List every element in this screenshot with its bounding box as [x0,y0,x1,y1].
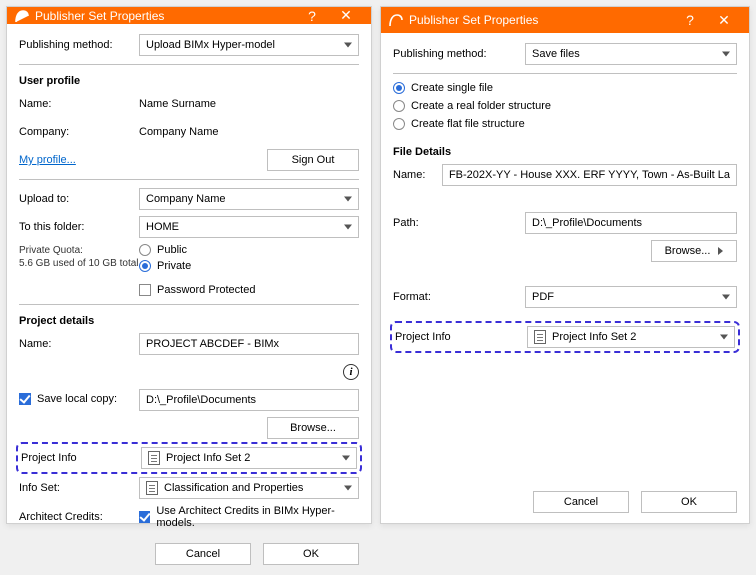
create-folder-structure-radio[interactable]: Create a real folder structure [393,100,737,112]
user-company-value: Company Name [139,126,359,138]
architect-credits-checkbox[interactable]: Use Architect Credits in BIMx Hyper-mode… [139,505,359,529]
publishing-method-label: Publishing method: [19,39,139,51]
architect-credits-label: Architect Credits: [19,511,139,523]
app-icon [389,13,403,27]
button-bar: Cancel OK [381,483,749,523]
project-info-select[interactable]: Project Info Set 2 [141,447,357,469]
upload-to-label: Upload to: [19,193,139,205]
project-name-label: Name: [19,338,139,350]
my-profile-link[interactable]: My profile... [19,154,76,166]
titlebar: Publisher Set Properties ? ✕ [7,7,371,24]
sign-out-button[interactable]: Sign Out [267,149,359,171]
titlebar: Publisher Set Properties ? ✕ [381,7,749,33]
project-info-row-highlight: Project Info Project Info Set 2 [393,324,737,350]
publishing-method-value: Upload BIMx Hyper-model [146,39,275,51]
project-info-label: Project Info [395,331,527,343]
file-path-label: Path: [393,217,525,229]
dialog-right: Publisher Set Properties ? ✕ Publishing … [380,6,750,524]
visibility-public-radio[interactable]: Public [139,244,359,256]
create-flat-structure-radio[interactable]: Create flat file structure [393,118,737,130]
help-button[interactable]: ? [295,8,329,24]
project-details-heading: Project details [19,315,359,327]
document-icon [146,481,158,495]
file-path-input[interactable]: D:\_Profile\Documents [525,212,737,234]
quota-label: Private Quota: [19,244,139,257]
app-icon [15,9,29,23]
project-info-label: Project Info [21,452,141,464]
password-protected-checkbox[interactable]: Password Protected [139,284,359,296]
format-select[interactable]: PDF [525,286,737,308]
button-bar: Cancel OK [7,535,371,575]
create-single-file-radio[interactable]: Create single file [393,82,737,94]
to-folder-label: To this folder: [19,221,139,233]
user-name-value: Name Surname [139,98,359,110]
dialog-body: Publishing method: Save files Create sin… [381,33,749,483]
document-icon [534,330,546,344]
cancel-button[interactable]: Cancel [533,491,629,513]
upload-to-select[interactable]: Company Name [139,188,359,210]
publishing-method-select[interactable]: Upload BIMx Hyper-model [139,34,359,56]
close-button[interactable]: ✕ [329,7,363,24]
ok-button[interactable]: OK [263,543,359,565]
visibility-private-radio[interactable]: Private [139,260,359,272]
user-name-label: Name: [19,98,139,110]
user-profile-heading: User profile [19,75,359,87]
save-local-checkbox[interactable]: Save local copy: [19,393,117,405]
publishing-method-label: Publishing method: [393,48,525,60]
file-name-input[interactable]: FB-202X-YY - House XXX. ERF YYYY, Town -… [442,164,737,186]
ok-button[interactable]: OK [641,491,737,513]
user-company-label: Company: [19,126,139,138]
browse-button[interactable]: Browse... [267,417,359,439]
info-icon[interactable]: i [343,364,359,380]
project-info-select[interactable]: Project Info Set 2 [527,326,735,348]
dialog-body: Publishing method: Upload BIMx Hyper-mod… [7,24,371,535]
project-name-input[interactable]: PROJECT ABCDEF - BIMx [139,333,359,355]
file-name-label: Name: [393,169,442,181]
quota-value: 5.6 GB used of 10 GB total [19,257,139,270]
cancel-button[interactable]: Cancel [155,543,251,565]
info-set-select[interactable]: Classification and Properties [139,477,359,499]
dialog-title: Publisher Set Properties [409,13,673,27]
info-set-label: Info Set: [19,482,139,494]
close-button[interactable]: ✕ [707,12,741,29]
help-button[interactable]: ? [673,12,707,28]
publishing-method-select[interactable]: Save files [525,43,737,65]
dialog-title: Publisher Set Properties [35,9,295,23]
browse-button[interactable]: Browse... [651,240,737,262]
dialog-left: Publisher Set Properties ? ✕ Publishing … [6,6,372,524]
project-info-row-highlight: Project Info Project Info Set 2 [19,445,359,471]
to-folder-select[interactable]: HOME [139,216,359,238]
document-icon [148,451,160,465]
format-label: Format: [393,291,525,303]
save-local-path-input[interactable]: D:\_Profile\Documents [139,389,359,411]
file-details-heading: File Details [393,146,737,158]
